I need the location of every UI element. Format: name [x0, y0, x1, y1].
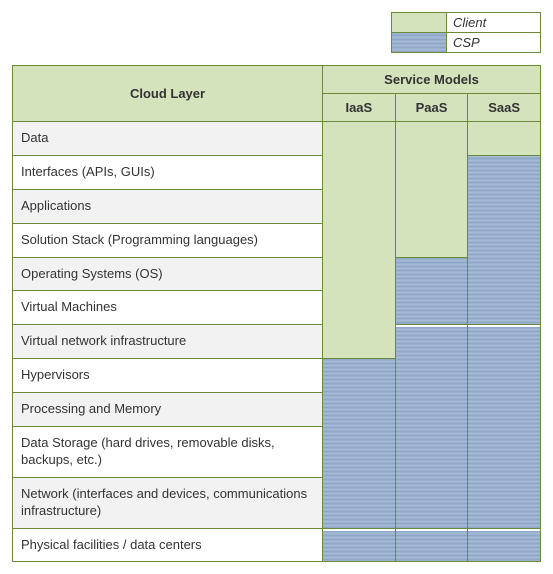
table-row: Operating Systems (OS): [13, 257, 541, 291]
legend-csp-swatch: [392, 33, 447, 53]
responsibility-table: Cloud Layer Service Models IaaS PaaS Saa…: [12, 65, 541, 562]
layer-name: Virtual Machines: [13, 291, 323, 325]
legend-client-label: Client: [447, 13, 541, 33]
header-iaas: IaaS: [323, 94, 396, 122]
iaas-csp-block-2: [323, 528, 396, 562]
layer-name: Applications: [13, 189, 323, 223]
layer-name: Data: [13, 122, 323, 156]
iaas-csp-block-1: [323, 359, 396, 528]
header-paas: PaaS: [395, 94, 468, 122]
layer-name: Interfaces (APIs, GUIs): [13, 155, 323, 189]
legend: Client CSP: [391, 12, 541, 53]
header-saas: SaaS: [468, 94, 541, 122]
iaas-client-block: [323, 122, 396, 359]
layer-name: Processing and Memory: [13, 393, 323, 427]
layer-name: Network (interfaces and devices, communi…: [13, 477, 323, 528]
saas-csp-block-3: [468, 528, 541, 562]
layer-name: Solution Stack (Programming languages): [13, 223, 323, 257]
paas-csp-block-2: [395, 325, 468, 528]
layer-name: Virtual network infrastructure: [13, 325, 323, 359]
table-row: Physical facilities / data centers: [13, 528, 541, 562]
saas-client-block: [468, 122, 541, 156]
header-cloud-layer: Cloud Layer: [13, 66, 323, 122]
paas-csp-block-3: [395, 528, 468, 562]
saas-csp-block-1: [468, 155, 541, 324]
legend-csp-label: CSP: [447, 33, 541, 53]
paas-client-block: [395, 122, 468, 258]
table-row: Virtual network infrastructure: [13, 325, 541, 359]
header-service-models: Service Models: [323, 66, 541, 94]
layer-name: Data Storage (hard drives, removable dis…: [13, 427, 323, 478]
saas-csp-block-2: [468, 325, 541, 528]
paas-csp-block-1: [395, 257, 468, 325]
layer-name: Physical facilities / data centers: [13, 528, 323, 562]
layer-name: Operating Systems (OS): [13, 257, 323, 291]
table-row: Data: [13, 122, 541, 156]
layer-name: Hypervisors: [13, 359, 323, 393]
legend-client-swatch: [392, 13, 447, 33]
